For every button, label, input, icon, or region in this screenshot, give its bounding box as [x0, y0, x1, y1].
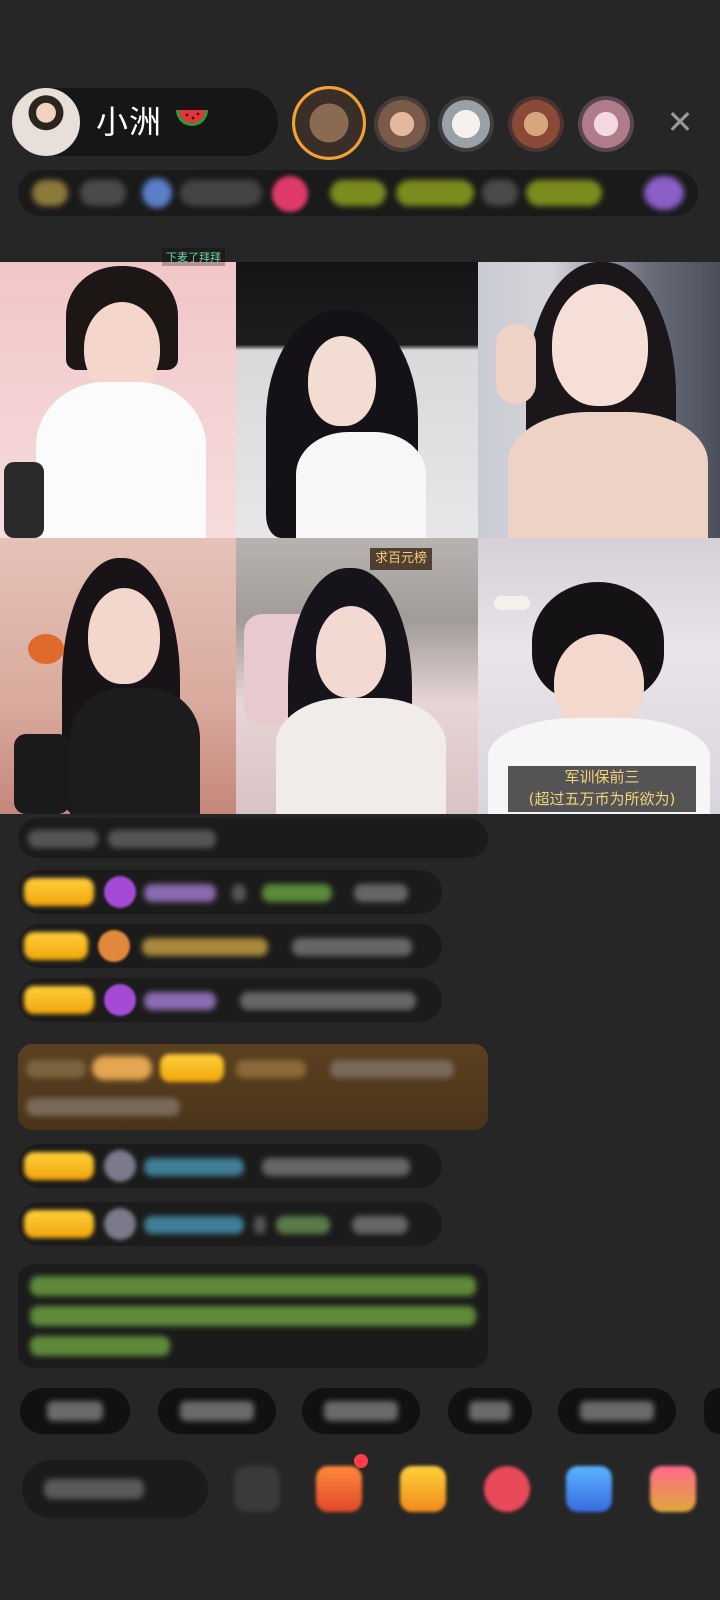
viewer-avatar-5[interactable] [578, 96, 634, 152]
blurred-text [80, 180, 126, 206]
video-tile-4[interactable] [0, 538, 236, 814]
emoji-icon[interactable] [234, 1466, 280, 1512]
level-badge [24, 986, 94, 1014]
tile-6-caption: 军训保前三 (超过五万币为所欲为) [508, 766, 696, 812]
viewer-avatar-1[interactable] [292, 86, 366, 160]
viewer-avatar-3[interactable] [438, 96, 494, 152]
chat-message-0 [18, 818, 488, 858]
gift-announcement [18, 1044, 488, 1130]
task-icon[interactable] [316, 1466, 362, 1512]
blurred-text [180, 180, 262, 206]
gem-icon [104, 876, 136, 908]
fan-club-icon[interactable] [484, 1466, 530, 1512]
video-tile-5[interactable] [236, 538, 478, 814]
blurred-tag [330, 180, 386, 206]
system-notice [18, 1264, 488, 1368]
badge-icon [98, 930, 130, 962]
level-badge [24, 878, 94, 906]
quick-reply-3[interactable] [302, 1388, 420, 1434]
tile-5-caption: 求百元榜 [370, 548, 432, 570]
tile-6-caption-line1: 军训保前三 [564, 768, 640, 786]
blurred-text [482, 180, 518, 206]
tile-6-caption-line2: (超过五万币为所欲为) [528, 790, 676, 808]
quick-reply-4[interactable] [448, 1388, 532, 1434]
tile-1-caption: 下麦了拜拜 [162, 248, 225, 266]
watermelon-icon [176, 110, 208, 126]
chat-message-5 [18, 1202, 442, 1246]
notification-dot [354, 1454, 368, 1468]
quick-reply-1[interactable] [20, 1388, 130, 1434]
level-badge [24, 1210, 94, 1238]
blurred-tag [396, 180, 474, 206]
quick-reply-2[interactable] [158, 1388, 276, 1434]
quick-reply-5[interactable] [558, 1388, 676, 1434]
gift-bag-icon[interactable] [400, 1466, 446, 1512]
chat-message-3 [18, 978, 442, 1022]
level-badge [24, 932, 88, 960]
video-tile-3[interactable] [478, 262, 720, 538]
chat-message-2 [18, 924, 442, 968]
avatar-icon [104, 1208, 136, 1240]
blurred-icon [644, 176, 684, 210]
gift-icon[interactable] [650, 1466, 696, 1512]
video-grid [0, 262, 720, 814]
viewer-avatar-4[interactable] [508, 96, 564, 152]
chat-message-4 [18, 1144, 442, 1188]
avatar-icon [104, 1150, 136, 1182]
gem-icon [104, 984, 136, 1016]
blurred-tag [526, 180, 602, 206]
level-badge [24, 1152, 94, 1180]
chat-input[interactable] [22, 1460, 208, 1518]
blurred-icon [142, 178, 172, 208]
quick-reply-6[interactable] [704, 1388, 720, 1434]
chat-message-1 [18, 870, 442, 914]
video-tile-2[interactable] [236, 262, 478, 538]
host-name: 小洲 [96, 103, 163, 141]
level-badge-icon [32, 180, 68, 206]
host-avatar[interactable] [12, 88, 80, 156]
share-icon[interactable] [566, 1466, 612, 1512]
close-icon[interactable]: ✕ [662, 104, 698, 140]
viewer-avatar-2[interactable] [374, 96, 430, 152]
video-tile-1[interactable] [0, 262, 236, 538]
blurred-icon [272, 176, 308, 212]
